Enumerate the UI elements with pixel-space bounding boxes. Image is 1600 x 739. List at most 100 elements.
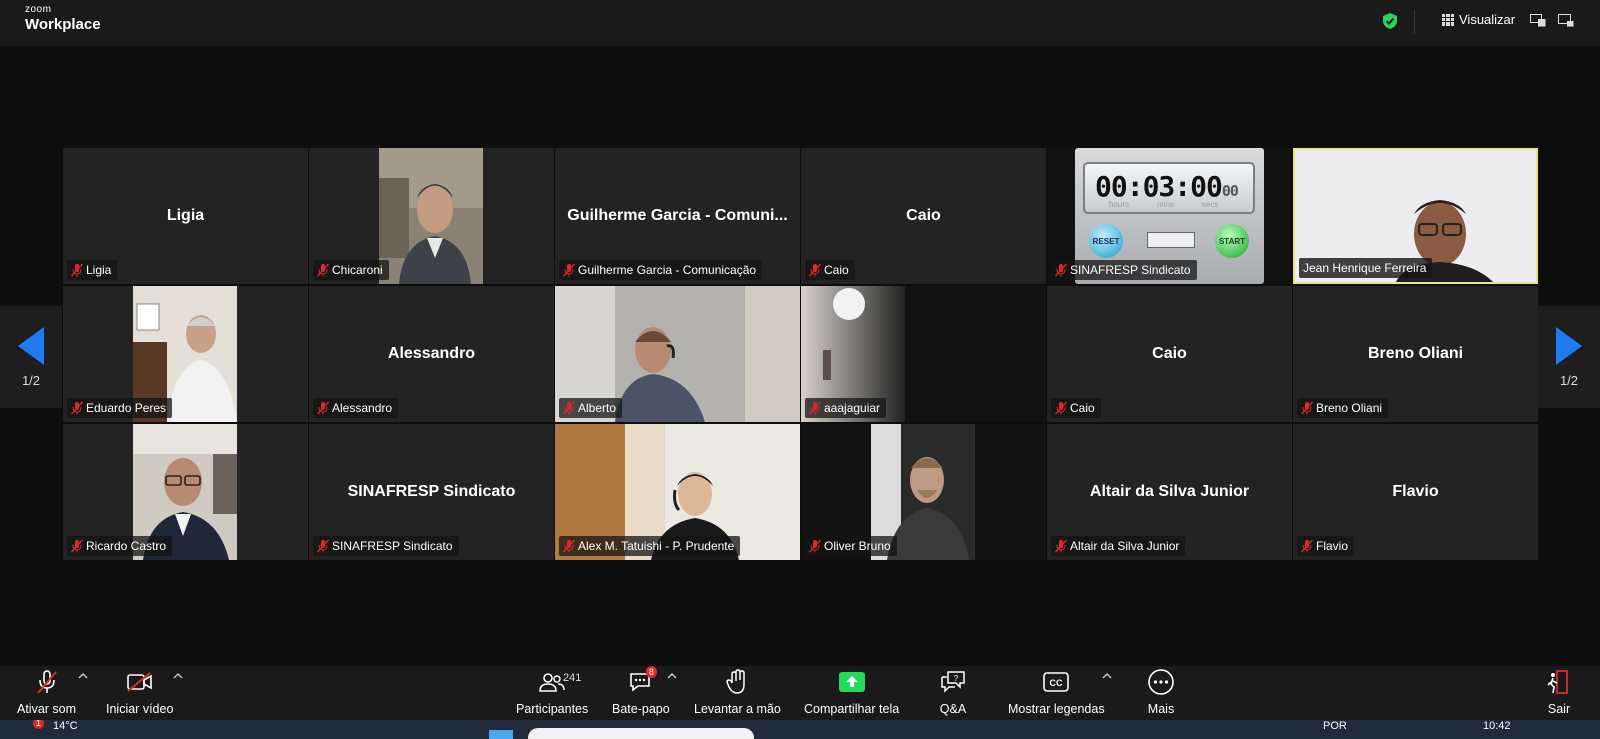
chat-button[interactable]: 8 Bate-papo bbox=[612, 666, 670, 716]
captions-options-caret-icon[interactable] bbox=[1102, 672, 1112, 680]
unmute-button[interactable]: Ativar som bbox=[17, 668, 76, 716]
fullscreen-icon[interactable] bbox=[1558, 14, 1574, 27]
participant-name: Alex M. Tatuishi - P. Prudente bbox=[578, 539, 735, 553]
raise-hand-label: Levantar a mão bbox=[694, 702, 781, 716]
participant-display-name: Caio bbox=[1152, 345, 1187, 362]
timer-unit-mins: mins bbox=[1157, 200, 1174, 209]
participants-icon bbox=[539, 673, 565, 692]
clock-time[interactable]: 10:42 bbox=[1483, 720, 1511, 732]
participant-display-name: Alessandro bbox=[387, 345, 476, 362]
share-screen-button[interactable]: Compartilhar tela bbox=[804, 668, 899, 716]
participant-tile[interactable]: Caio Caio bbox=[801, 148, 1046, 284]
qa-label: Q&A bbox=[939, 702, 967, 716]
participant-tile[interactable]: Chicaroni bbox=[309, 148, 554, 284]
share-screen-icon bbox=[838, 672, 865, 692]
participant-display-name: Flavio bbox=[1392, 483, 1439, 500]
participant-tile[interactable]: 00:03:0000 hours mins secs RESET START S… bbox=[1047, 148, 1292, 284]
muted-mic-icon bbox=[1055, 401, 1067, 415]
participants-count: 241 bbox=[563, 672, 582, 684]
participant-display-name: SINAFRESP Sindicato bbox=[347, 483, 516, 500]
participant-tile[interactable]: Guilherme Garcia - Comuni... Guilherme G… bbox=[555, 148, 800, 284]
participant-label: Alessandro bbox=[313, 398, 399, 418]
participant-name: SINAFRESP Sindicato bbox=[332, 539, 453, 553]
participant-label: Alex M. Tatuishi - P. Prudente bbox=[559, 536, 741, 556]
participant-display-name: Caio bbox=[906, 207, 941, 224]
muted-mic-icon bbox=[71, 539, 83, 553]
muted-mic-icon bbox=[809, 539, 821, 553]
participant-tile[interactable]: aaajaguiar bbox=[801, 286, 1046, 422]
raise-hand-button[interactable]: Levantar a mão bbox=[694, 668, 781, 716]
taskbar-search-box[interactable] bbox=[528, 728, 754, 739]
muted-mic-icon bbox=[1055, 539, 1067, 553]
page-indicator-left: 1/2 bbox=[21, 372, 41, 388]
show-captions-button[interactable]: CC Mostrar legendas bbox=[1008, 668, 1105, 716]
participant-display-name: Guilherme Garcia - Comuni... bbox=[567, 207, 788, 224]
participant-display-name: Altair da Silva Junior bbox=[1089, 483, 1250, 500]
participant-name: Chicaroni bbox=[332, 263, 383, 277]
timer-hundredths: 00 bbox=[1221, 182, 1239, 200]
participant-display-name: Breno Oliani bbox=[1367, 345, 1464, 362]
participant-name: Caio bbox=[1070, 401, 1095, 415]
weather-temp[interactable]: 14°C bbox=[53, 720, 78, 732]
participant-name: aaajaguiar bbox=[824, 401, 881, 415]
participant-tile-active-speaker[interactable]: Jean Henrique Ferreira bbox=[1293, 148, 1538, 284]
participant-tile[interactable]: Altair da Silva Junior Altair da Silva J… bbox=[1047, 424, 1292, 560]
qa-button[interactable]: ? Q&A bbox=[938, 668, 968, 716]
participant-tile[interactable]: Alberto bbox=[555, 286, 800, 422]
leave-button[interactable]: Sair bbox=[1544, 668, 1574, 716]
screen-layout-icon[interactable] bbox=[1530, 14, 1546, 27]
participant-label: Alberto bbox=[559, 398, 623, 418]
participant-tile[interactable]: Alex M. Tatuishi - P. Prudente bbox=[555, 424, 800, 560]
participant-tile[interactable]: Ligia Ligia bbox=[63, 148, 308, 284]
participant-label: Altair da Silva Junior bbox=[1051, 536, 1186, 556]
muted-mic-icon bbox=[1055, 263, 1067, 277]
chat-label: Bate-papo bbox=[612, 702, 670, 716]
arrow-left-icon bbox=[18, 326, 44, 365]
participant-label: Ligia bbox=[67, 260, 118, 280]
start-video-button[interactable]: Iniciar vídeo bbox=[106, 668, 173, 716]
muted-mic-icon bbox=[1301, 539, 1313, 553]
participant-tile[interactable]: Caio Caio bbox=[1047, 286, 1292, 422]
view-button[interactable]: Visualizar bbox=[1442, 12, 1515, 27]
timer-unit-hours: hours bbox=[1109, 200, 1130, 209]
participant-tile[interactable]: Oliver Bruno bbox=[801, 424, 1046, 560]
participant-tile[interactable]: Flavio Flavio bbox=[1293, 424, 1538, 560]
participant-tile[interactable]: Eduardo Peres bbox=[63, 286, 308, 422]
participant-name: Flavio bbox=[1316, 539, 1349, 553]
participant-label: Caio bbox=[805, 260, 855, 280]
participant-label: SINAFRESP Sindicato bbox=[313, 536, 459, 556]
participant-tile[interactable]: SINAFRESP Sindicato SINAFRESP Sindicato bbox=[309, 424, 554, 560]
chat-options-caret-icon[interactable] bbox=[667, 672, 677, 680]
timer-unit-secs: secs bbox=[1201, 200, 1219, 209]
next-page-button[interactable]: 1/2 bbox=[1538, 306, 1600, 408]
prev-page-button[interactable]: 1/2 bbox=[0, 306, 62, 408]
os-taskbar: 1 14°C POR 10:42 bbox=[0, 720, 1600, 739]
participants-label: Participantes bbox=[516, 702, 589, 716]
keyboard-language[interactable]: POR bbox=[1323, 720, 1347, 732]
video-options-caret-icon[interactable] bbox=[173, 672, 183, 680]
exit-door-icon bbox=[1547, 670, 1568, 694]
audio-options-caret-icon[interactable] bbox=[78, 672, 88, 680]
timer-reset-label: RESET bbox=[1092, 236, 1120, 246]
timer-start-button: START bbox=[1215, 224, 1249, 258]
participant-label: Guilherme Garcia - Comunicação bbox=[559, 260, 763, 280]
participant-name: Eduardo Peres bbox=[86, 401, 167, 415]
participant-tile[interactable]: Ricardo Castro bbox=[63, 424, 308, 560]
closed-captions-icon: CC bbox=[1043, 672, 1070, 692]
more-icon bbox=[1148, 669, 1174, 695]
chat-unread-badge: 8 bbox=[645, 666, 657, 678]
more-button[interactable]: Mais bbox=[1146, 668, 1176, 716]
participant-tile[interactable]: Breno Oliani Breno Oliani bbox=[1293, 286, 1538, 422]
timer-reset-button: RESET bbox=[1089, 224, 1123, 258]
participant-label: Eduardo Peres bbox=[67, 398, 173, 418]
participant-video bbox=[379, 148, 483, 284]
start-menu-icon[interactable] bbox=[489, 730, 513, 739]
grid-icon bbox=[1442, 13, 1454, 26]
participant-name: Alberto bbox=[578, 401, 617, 415]
share-screen-label: Compartilhar tela bbox=[804, 702, 900, 716]
muted-mic-icon bbox=[317, 263, 329, 277]
participant-label: Oliver Bruno bbox=[805, 536, 897, 556]
security-shield-icon[interactable] bbox=[1383, 13, 1397, 29]
participant-label: Caio bbox=[1051, 398, 1101, 418]
participant-tile[interactable]: Alessandro Alessandro bbox=[309, 286, 554, 422]
